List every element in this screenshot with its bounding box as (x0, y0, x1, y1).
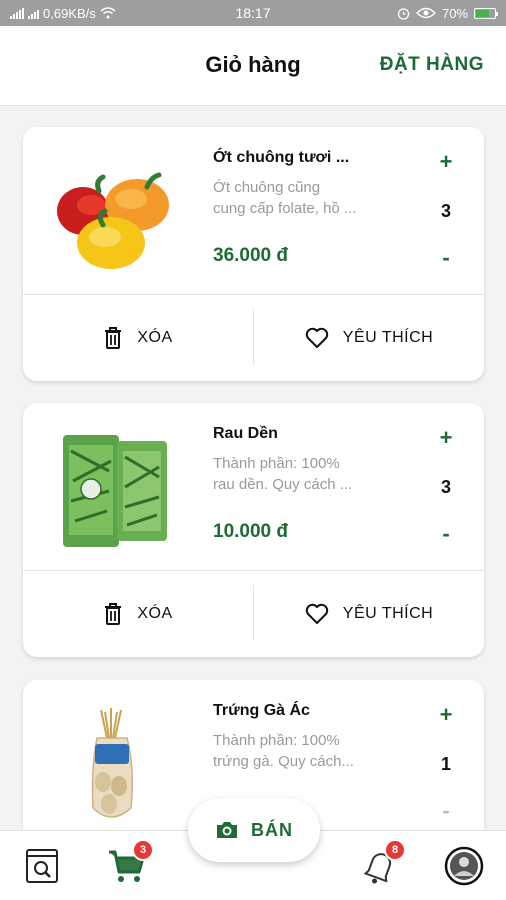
remove-button[interactable]: XÓA (23, 295, 253, 381)
tab-search-document[interactable] (22, 845, 62, 887)
increase-quantity-button[interactable]: + (433, 425, 459, 451)
trash-icon (105, 603, 122, 625)
product-description: Ớt chuông cũng cung cấp folate, hồ ... (213, 177, 403, 219)
description-line: trứng gà. Quy cách... (213, 753, 354, 770)
signal-icon-2 (28, 8, 39, 19)
battery-icon (474, 7, 498, 19)
sell-label: BÁN (251, 819, 293, 840)
favorite-button[interactable]: YÊU THÍCH (254, 571, 484, 657)
remove-label: XÓA (137, 329, 173, 346)
cart-item: Ớt chuông tươi ... Ớt chuông cũng cung c… (23, 127, 484, 381)
cart-list[interactable]: Ớt chuông tươi ... Ớt chuông cũng cung c… (0, 106, 506, 830)
product-name: Rau Dền (213, 425, 278, 442)
remove-button[interactable]: XÓA (23, 571, 253, 657)
search-document-icon (26, 849, 58, 883)
product-name: Trứng Gà Ác (213, 702, 310, 719)
description-line: Thành phần: 100% (213, 732, 340, 749)
product-description: Thành phần: 100% trứng gà. Quy cách... (213, 730, 403, 772)
network-speed: 0,69KB/s (43, 5, 96, 21)
product-price: 36.000 đ (213, 245, 288, 266)
trash-icon (105, 327, 122, 349)
product-image (91, 708, 134, 818)
increase-quantity-button[interactable]: + (433, 149, 459, 175)
eye-icon (416, 7, 436, 19)
sell-button[interactable]: BÁN (188, 798, 320, 862)
tab-profile[interactable] (444, 845, 484, 887)
favorite-button[interactable]: YÊU THÍCH (254, 295, 484, 381)
notification-badge: 8 (384, 839, 406, 861)
product-name: Ớt chuông tươi ... (213, 149, 350, 166)
product-description: Thành phần: 100% rau dền. Quy cách ... (213, 453, 403, 495)
increase-quantity-button[interactable]: + (433, 702, 459, 728)
description-line: Thành phần: 100% (213, 455, 340, 472)
alarm-icon (397, 7, 410, 20)
product-image (63, 435, 167, 547)
signal-icon (10, 7, 24, 19)
avatar (444, 846, 484, 886)
wifi-icon (100, 7, 116, 19)
place-order-button[interactable]: ĐẶT HÀNG (380, 54, 484, 76)
tab-cart[interactable]: 3 (106, 839, 154, 887)
camera-icon (217, 822, 237, 838)
heart-icon (305, 603, 328, 624)
decrease-quantity-button[interactable]: - (433, 798, 459, 824)
battery-percent: 70% (441, 5, 468, 21)
heart-icon (305, 327, 328, 348)
clock: 18:17 (235, 5, 271, 21)
quantity-value: 3 (440, 477, 451, 497)
app-header: Giỏ hàng ĐẶT HÀNG (0, 26, 506, 106)
tab-notifications[interactable]: 8 (360, 839, 406, 887)
decrease-quantity-button[interactable]: - (433, 245, 459, 271)
status-bar: 0,69KB/s 18:17 70% (0, 0, 506, 26)
product-price: 10.000 đ (213, 521, 288, 542)
description-line: cung cấp folate, hồ ... (213, 200, 357, 217)
description-line: rau dền. Quy cách ... (213, 476, 353, 493)
favorite-label: YÊU THÍCH (342, 605, 434, 622)
cart-badge: 3 (132, 839, 154, 861)
decrease-quantity-button[interactable]: - (433, 521, 459, 547)
quantity-value: 3 (440, 201, 451, 221)
remove-label: XÓA (137, 605, 173, 622)
product-image (57, 172, 169, 269)
quantity-value: 1 (440, 754, 451, 774)
favorite-label: YÊU THÍCH (342, 329, 434, 346)
cart-item: Rau Dền Thành phần: 100% rau dền. Quy cá… (23, 403, 484, 657)
description-line: Ớt chuông cũng (213, 179, 321, 196)
